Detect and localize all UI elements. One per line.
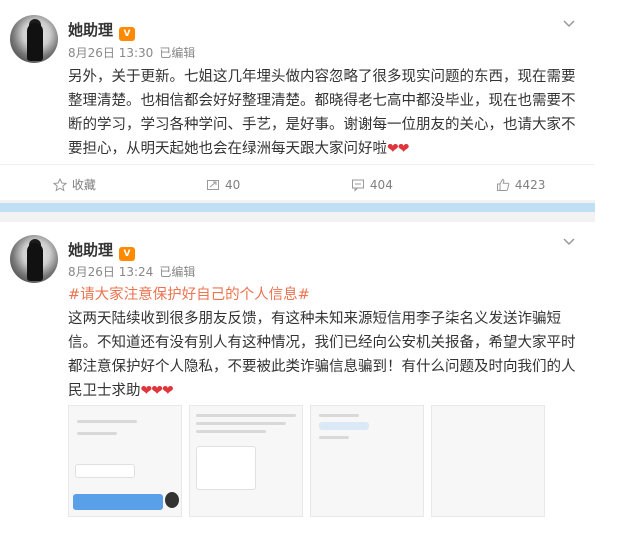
image-thumbnail[interactable] xyxy=(189,405,303,517)
author-name[interactable]: 她助理 V xyxy=(68,239,136,261)
feed-separator xyxy=(0,200,595,222)
page-margin xyxy=(595,0,640,548)
image-gallery xyxy=(68,405,545,517)
repost-count: 40 xyxy=(224,177,241,192)
author-name[interactable]: 她助理 V xyxy=(68,19,136,41)
thumbs-up-icon xyxy=(496,178,510,191)
like-button[interactable]: 4423 xyxy=(446,165,595,204)
repost-icon xyxy=(206,179,219,190)
comment-count: 404 xyxy=(369,177,393,192)
post-meta: 8月26日 13:30 已编辑 xyxy=(68,44,195,61)
hearts-emoji: ❤❤❤ xyxy=(140,383,174,399)
topic-hashtag-link[interactable]: #请大家注意保护好自己的个人信息# xyxy=(68,283,588,307)
like-count: 4423 xyxy=(514,177,546,192)
favorite-label: 收藏 xyxy=(71,178,96,192)
image-thumbnail[interactable] xyxy=(431,405,545,517)
post-text: 另外，关于更新。七姐这几年埋头做内容忽略了很多现实问题的东西，现在需要整理清楚。… xyxy=(68,65,588,161)
image-thumbnail[interactable] xyxy=(68,405,182,517)
hearts-emoji: ❤❤ xyxy=(387,141,409,157)
vip-badge-icon: V xyxy=(119,247,136,261)
post-actions: 收藏 40 404 4423 xyxy=(0,164,595,204)
comment-button[interactable]: 404 xyxy=(298,165,447,204)
star-icon xyxy=(52,177,67,192)
avatar[interactable] xyxy=(10,15,58,63)
comment-icon xyxy=(351,179,364,192)
weibo-post: 她助理 V 8月26日 13:24 已编辑 #请大家注意保护好自己的个人信息# 这两… xyxy=(0,222,595,548)
author-name-text[interactable]: 她助理 xyxy=(68,241,113,259)
edited-label[interactable]: 已编辑 xyxy=(159,265,195,279)
weibo-post: 她助理 V 8月26日 13:30 已编辑 另外，关于更新。七姐这几年埋头做内容忽略… xyxy=(0,0,595,200)
post-meta: 8月26日 13:24 已编辑 xyxy=(68,263,195,280)
favorite-button[interactable]: 收藏 xyxy=(0,165,149,204)
avatar[interactable] xyxy=(10,235,58,283)
post-text-content: 另外，关于更新。七姐这几年埋头做内容忽略了很多现实问题的东西，现在需要整理清楚。… xyxy=(68,69,576,157)
chevron-down-icon[interactable] xyxy=(562,233,576,247)
edited-label[interactable]: 已编辑 xyxy=(159,46,195,60)
post-date[interactable]: 8月26日 13:24 xyxy=(68,265,153,279)
vip-badge-icon: V xyxy=(119,27,136,41)
post-date[interactable]: 8月26日 13:30 xyxy=(68,46,153,60)
chevron-down-icon[interactable] xyxy=(562,15,576,29)
author-name-text[interactable]: 她助理 xyxy=(68,21,113,39)
repost-button[interactable]: 40 xyxy=(149,165,298,204)
image-thumbnail[interactable] xyxy=(310,405,424,517)
post-text: #请大家注意保护好自己的个人信息# 这两天陆续收到很多朋友反馈，有这种未知来源短… xyxy=(68,283,588,403)
